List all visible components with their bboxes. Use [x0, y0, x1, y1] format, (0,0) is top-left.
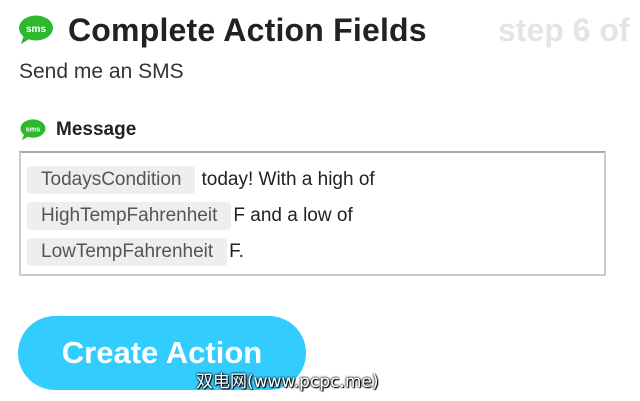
- sms-icon: sms: [18, 15, 54, 45]
- page-header: sms Complete Action Fields: [18, 10, 427, 50]
- page-title: Complete Action Fields: [68, 11, 427, 48]
- action-fields-page: sms Complete Action Fields step 6 of Sen…: [0, 0, 640, 401]
- ingredient-pill-todays-condition[interactable]: TodaysCondition: [27, 166, 196, 194]
- ingredient-pill-low-temp[interactable]: LowTempFahrenheit: [27, 238, 228, 266]
- step-indicator: step 6 of: [498, 12, 630, 48]
- sms-icon-text: sms: [26, 124, 41, 133]
- sms-icon: sms: [19, 119, 47, 141]
- message-field-label-row: sms Message: [19, 117, 136, 143]
- action-subtitle: Send me an SMS: [19, 60, 184, 83]
- message-line: TodaysCondition today! With a high of: [27, 162, 598, 198]
- message-text: F.: [229, 241, 244, 262]
- message-field-label: Message: [56, 119, 137, 140]
- sms-icon-text: sms: [26, 24, 46, 35]
- message-text: today! With a high of: [201, 169, 375, 190]
- message-line: LowTempFahrenheit F.: [27, 234, 598, 270]
- message-input[interactable]: TodaysCondition today! With a high of Hi…: [19, 151, 606, 276]
- message-text: F and a low of: [233, 205, 353, 226]
- ingredient-pill-high-temp[interactable]: HighTempFahrenheit: [27, 202, 232, 230]
- message-line: HighTempFahrenheit F and a low of: [27, 198, 598, 234]
- watermark: 双电网(www.pcpc.me): [196, 372, 379, 392]
